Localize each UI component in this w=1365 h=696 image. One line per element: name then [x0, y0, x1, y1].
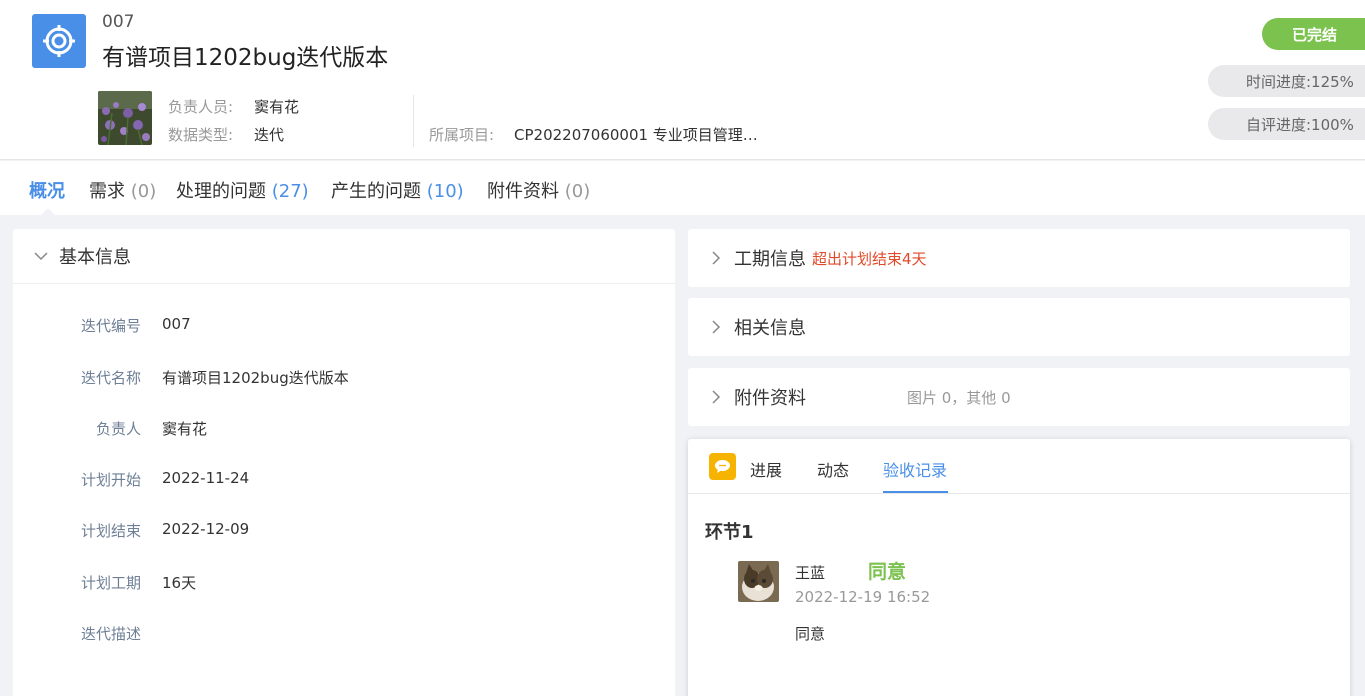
- field-value: 窦有花: [162, 420, 208, 438]
- tab-label: 附件资料: [487, 181, 559, 202]
- tab-handled-issues[interactable]: 处理的问题 (27): [176, 177, 309, 203]
- status-badge: 已完结: [1262, 18, 1365, 50]
- self-progress-badge: 自评进度:100%: [1208, 108, 1365, 140]
- type-label: 数据类型:: [168, 126, 234, 144]
- tab-acceptance-records[interactable]: 验收记录: [883, 457, 947, 481]
- owner-label: 负责人员:: [168, 98, 234, 116]
- chevron-right-icon: [708, 319, 724, 335]
- owner-photo: [98, 91, 152, 145]
- field-label: 迭代名称: [80, 369, 141, 387]
- panel-tab-bar: 进展 动态 验收记录: [688, 439, 1350, 494]
- field-value: 有谱项目1202bug迭代版本: [162, 369, 349, 387]
- owner-value: 窦有花: [254, 98, 300, 116]
- review-comment: 同意: [795, 625, 826, 643]
- chevron-right-icon: [708, 250, 724, 266]
- time-progress-badge: 时间进度:125%: [1208, 65, 1365, 97]
- field-row: 计划开始 2022-11-24: [13, 469, 675, 493]
- tab-label: 产生的问题: [331, 181, 421, 202]
- page-title: 有谱项目1202bug迭代版本: [102, 45, 389, 71]
- project-label: 所属项目:: [429, 126, 495, 144]
- divider: [413, 95, 414, 147]
- section-title: 附件资料: [734, 388, 806, 409]
- basic-info-card: 基本信息 迭代编号 007 迭代名称 有谱项目1202bug迭代版本 负责人 窦…: [13, 229, 675, 696]
- field-label: 迭代描述: [80, 625, 141, 643]
- field-label: 计划工期: [80, 574, 141, 592]
- review-result: 同意: [868, 561, 907, 583]
- attachments-section[interactable]: 附件资料 图片 0，其他 0: [688, 368, 1350, 426]
- section-title: 相关信息: [734, 318, 806, 339]
- tab-count: (0): [130, 181, 157, 202]
- tab-progress[interactable]: 进展: [750, 457, 782, 481]
- iteration-code: 007: [102, 12, 135, 32]
- tab-label: 需求: [89, 181, 125, 202]
- stage-title: 环节1: [705, 522, 754, 543]
- field-label: 负责人: [95, 420, 141, 438]
- section-title: 工期信息: [734, 249, 806, 270]
- avatar: [738, 561, 779, 602]
- field-label: 计划开始: [80, 471, 141, 489]
- field-value: 007: [162, 315, 191, 333]
- tab-bar: 概况 需求 (0) 处理的问题 (27) 产生的问题 (10) 附件资料 (0): [0, 161, 1365, 215]
- tab-overview[interactable]: 概况: [29, 177, 65, 203]
- field-row: 负责人 窦有花: [13, 418, 675, 442]
- tab-label: 处理的问题: [176, 181, 266, 202]
- section-title: 基本信息: [59, 247, 131, 268]
- schedule-info-section[interactable]: 工期信息 超出计划结束4天: [688, 229, 1350, 287]
- basic-info-header[interactable]: 基本信息: [13, 229, 675, 284]
- project-value[interactable]: CP202207060001 专业项目管理…: [514, 124, 758, 145]
- tab-count: (10): [426, 181, 464, 202]
- active-tab-caret: [41, 208, 55, 215]
- tab-label: 概况: [29, 181, 65, 202]
- tab-generated-issues[interactable]: 产生的问题 (10): [331, 177, 464, 203]
- chevron-right-icon: [708, 389, 724, 405]
- review-time: 2022-12-19 16:52: [795, 588, 931, 606]
- header: 007 有谱项目1202bug迭代版本 负责人员: 窦有花 数据类型: 迭代 所…: [0, 0, 1365, 160]
- field-row: 计划结束 2022-12-09: [13, 520, 675, 544]
- tab-count: (0): [564, 181, 591, 202]
- type-value: 迭代: [254, 126, 285, 144]
- field-label: 迭代编号: [80, 317, 141, 335]
- field-row: 迭代描述: [13, 623, 675, 647]
- attachments-summary: 图片 0，其他 0: [907, 388, 1011, 407]
- overdue-warning: 超出计划结束4天: [812, 249, 927, 268]
- field-value: 16天: [162, 574, 197, 592]
- tab-requirements[interactable]: 需求 (0): [89, 177, 156, 203]
- field-value: 2022-12-09: [162, 520, 250, 538]
- field-row: 迭代编号 007: [13, 315, 675, 339]
- iteration-icon: [32, 14, 86, 68]
- activity-panel: 进展 动态 验收记录 环节1 王蓝 同意 2022-12-19 16:52 同意: [688, 439, 1350, 696]
- active-tab-indicator: [883, 491, 948, 493]
- tab-activity[interactable]: 动态: [817, 457, 849, 481]
- field-row: 迭代名称 有谱项目1202bug迭代版本: [13, 367, 675, 391]
- related-info-section[interactable]: 相关信息: [688, 298, 1350, 356]
- reviewer-name: 王蓝: [795, 564, 826, 582]
- tab-attachments[interactable]: 附件资料 (0): [487, 177, 590, 203]
- field-label: 计划结束: [80, 522, 141, 540]
- chevron-down-icon: [33, 248, 49, 264]
- chat-icon: [709, 453, 736, 480]
- field-row: 计划工期 16天: [13, 572, 675, 596]
- field-value: 2022-11-24: [162, 469, 250, 487]
- tab-count: (27): [271, 181, 309, 202]
